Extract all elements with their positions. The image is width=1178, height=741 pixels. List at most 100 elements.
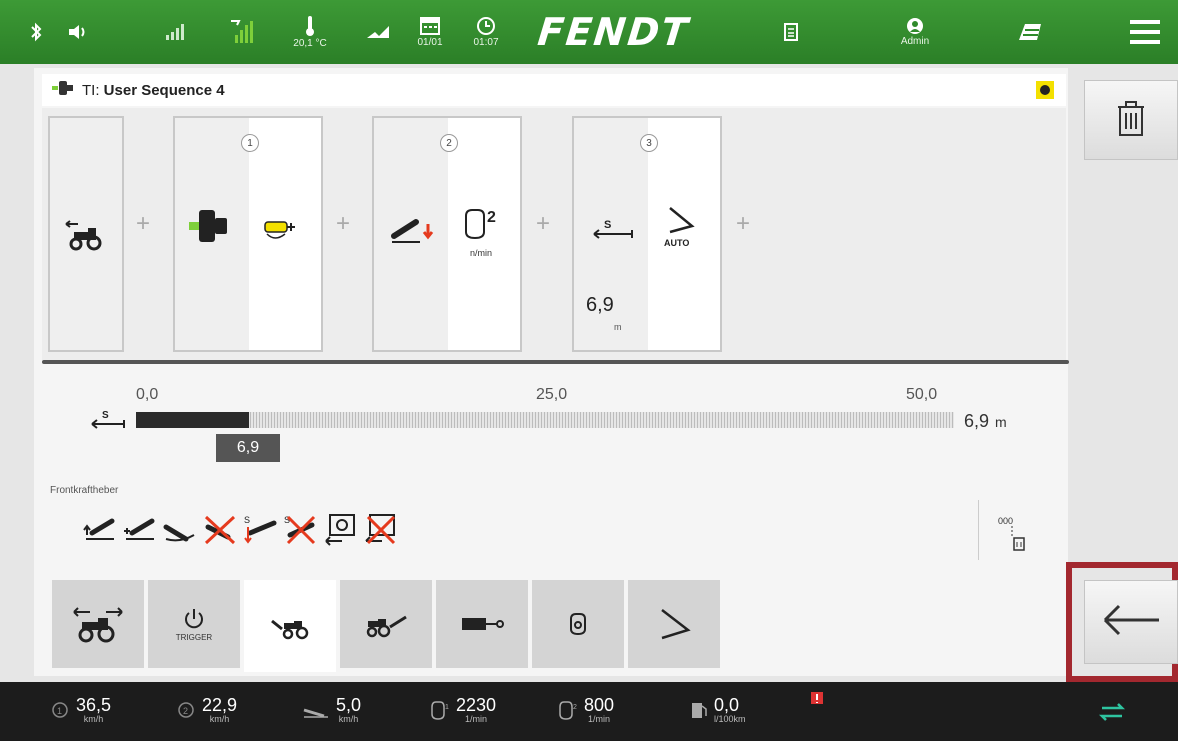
- title-prefix: TI:: [82, 81, 104, 99]
- speaker-icon[interactable]: [60, 0, 96, 64]
- gps-signal-icon: [222, 0, 262, 64]
- brand-logo: FENDT: [535, 10, 692, 54]
- pto-rpm-icon: 2: [559, 701, 577, 720]
- pto-rpm-readout: 2 800 1/min: [556, 696, 614, 724]
- svg-text:000: 000: [998, 516, 1013, 526]
- slider-display-unit: m: [995, 414, 1007, 430]
- lift-lower-speed-icon[interactable]: S: [242, 510, 278, 550]
- svg-text:S: S: [244, 515, 250, 525]
- add-step-button[interactable]: +: [336, 210, 350, 238]
- delete-button[interactable]: [1084, 80, 1178, 160]
- tab-engine[interactable]: [532, 580, 624, 668]
- status-indicator: [1036, 81, 1054, 99]
- bluetooth-icon[interactable]: [22, 0, 52, 64]
- field-icon[interactable]: [1010, 0, 1050, 64]
- slider-tick-max: 50,0: [906, 386, 938, 403]
- tab-front-hitch[interactable]: [340, 580, 432, 668]
- tab-steering[interactable]: [628, 580, 720, 668]
- step-number: 1: [241, 134, 259, 152]
- slider-fill: [136, 412, 249, 428]
- fuel-readout: 0,0 l/100km: [690, 696, 746, 724]
- tool-row: S S: [82, 510, 398, 550]
- lift-lower-icon: [390, 216, 438, 251]
- svg-text:1: 1: [57, 706, 62, 716]
- loader-icon[interactable]: [358, 0, 398, 64]
- sequence-step-2[interactable]: 2 2 n/min: [372, 116, 522, 352]
- return-disabled-icon[interactable]: [362, 510, 398, 550]
- tab-hydraulic[interactable]: [436, 580, 528, 668]
- add-step-button[interactable]: +: [736, 210, 750, 238]
- slider-handle-value[interactable]: 6,9: [216, 434, 280, 462]
- tab-rear-hitch[interactable]: [244, 580, 336, 672]
- speed2-readout: 2 22,9 km/h: [176, 696, 237, 724]
- user-icon[interactable]: Admin: [890, 0, 940, 64]
- warning-icon[interactable]: [808, 690, 826, 713]
- svg-text:2: 2: [183, 706, 188, 716]
- distance-icon: S: [590, 218, 638, 247]
- slider-tick-mid: 25,0: [536, 386, 568, 403]
- fuel-unit: l/100km: [714, 714, 746, 724]
- sequence-step-1[interactable]: 1: [173, 116, 323, 352]
- slip-readout: 5,0 km/h: [302, 696, 361, 724]
- sequence-list-icon[interactable]: 000: [998, 512, 1028, 559]
- tab-trigger-caption: TRIGGER: [175, 632, 213, 642]
- clock-icon[interactable]: 01:07: [466, 0, 506, 64]
- lift-speed-disabled-icon[interactable]: S: [282, 510, 318, 550]
- lift-disabled-icon[interactable]: [202, 510, 238, 550]
- fuel-value: 0,0: [714, 695, 740, 715]
- arrow-left-icon: [1101, 602, 1161, 643]
- section-label: Frontkraftheber: [50, 485, 119, 496]
- date-value: 01/01: [417, 37, 443, 48]
- sequence-start-card[interactable]: [48, 116, 124, 352]
- auto-label: AUTO: [664, 238, 690, 248]
- lift-up-icon[interactable]: [82, 510, 118, 550]
- calendar-icon[interactable]: 01/01: [410, 0, 450, 64]
- engine-rpm-value: 2230: [456, 695, 497, 715]
- thermometer-icon: 20,1 °C: [280, 0, 340, 64]
- sequence-step-3[interactable]: 3 S 6,9 m AUTO: [572, 116, 722, 352]
- tab-trigger[interactable]: TRIGGER: [148, 580, 240, 668]
- speed-gauge-1-icon: 1: [52, 702, 68, 718]
- divider: [42, 360, 1069, 364]
- speed2-value: 22,9: [202, 695, 238, 715]
- speed-gauge-2-icon: 2: [178, 702, 194, 718]
- svg-text:1: 1: [445, 704, 449, 711]
- lift-float-icon[interactable]: [122, 510, 158, 550]
- tab-tractor-turn[interactable]: [52, 580, 144, 668]
- speed1-readout: 1 36,5 km/h: [50, 696, 111, 724]
- svg-text:S: S: [604, 219, 611, 231]
- signal-icon: [160, 0, 190, 64]
- title-name: User Sequence 4: [103, 81, 225, 99]
- slip-unit: km/h: [338, 714, 359, 724]
- slider-display-value: 6,9: [964, 411, 990, 431]
- engine-rpm-icon: 1: [431, 701, 449, 720]
- add-step-button[interactable]: +: [536, 210, 550, 238]
- implement-icon: [52, 79, 74, 102]
- distance-unit: m: [614, 322, 622, 332]
- step-number: 2: [440, 134, 458, 152]
- switch-view-icon[interactable]: [1098, 700, 1126, 729]
- distance-slider[interactable]: [136, 412, 954, 428]
- rpm-unit: n/min: [470, 248, 493, 258]
- add-step-button[interactable]: +: [136, 210, 150, 238]
- tractor-turn-icon: [64, 218, 104, 257]
- distance-value: 6,9: [586, 294, 614, 316]
- lift-down-icon[interactable]: [162, 510, 198, 550]
- return-to-setting-icon[interactable]: [322, 510, 358, 550]
- top-status-bar: 20,1 °C 01/01 01:07 FENDT Admin: [0, 0, 1178, 64]
- speed2-unit: km/h: [209, 714, 230, 724]
- back-button[interactable]: [1084, 580, 1178, 664]
- slip-value: 5,0: [336, 695, 362, 715]
- document-icon[interactable]: [776, 0, 806, 64]
- step-number: 3: [640, 134, 658, 152]
- menu-icon[interactable]: [1120, 0, 1170, 64]
- category-tabs: TRIGGER: [52, 580, 720, 672]
- implement-speed-icon: [303, 708, 328, 718]
- pto-rpm-value: 800: [584, 695, 615, 715]
- distance-icon: S: [90, 408, 130, 435]
- engine-rpm-unit: 1/min: [465, 714, 488, 724]
- fuel-icon: [692, 703, 707, 718]
- engine-rpm-readout: 1 2230 1/min: [428, 696, 496, 724]
- slider-tick-min: 0,0: [136, 386, 159, 403]
- time-value: 01:07: [473, 37, 499, 48]
